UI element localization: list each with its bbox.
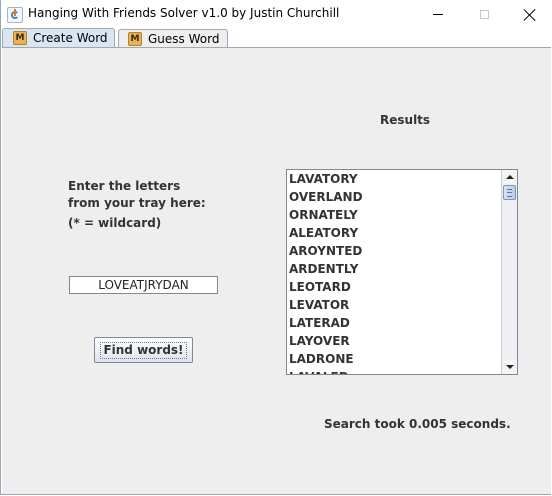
result-item[interactable]: LAVATORY [287,170,501,188]
window-title: Hanging With Friends Solver v1.0 by Just… [28,6,340,20]
tab-create-word[interactable]: M Create Word [2,28,115,47]
result-item[interactable]: ALEATORY [287,224,501,242]
results-list[interactable]: LAVATORY OVERLAND ORNATELY ALEATORY AROYNTED… [287,170,501,374]
result-item[interactable]: LAYOVER [287,332,501,350]
title-bar[interactable]: Hanging With Friends Solver v1.0 by Just… [1,0,552,29]
wildcard-note: (* = wildcard) [68,216,162,230]
result-item[interactable]: LEOTARD [287,278,501,296]
maximize-icon [479,10,489,19]
tab-guess-word[interactable]: M Guess Word [118,29,228,47]
tab-guess-word-label: Guess Word [148,31,220,46]
result-item[interactable]: LADRONE [287,350,501,368]
minimize-button[interactable] [415,0,461,29]
maximize-button[interactable] [461,0,507,29]
instructions-line-1: Enter the letters [68,179,181,193]
create-word-panel: Results Enter the letters from your tray… [2,47,551,494]
arrow-up-icon [505,175,514,179]
result-item[interactable]: ORNATELY [287,206,501,224]
java-app-icon [7,7,23,23]
result-item[interactable]: ARDENTLY [287,260,501,278]
app-tab-icon: M [13,31,27,45]
scroll-up-button[interactable] [502,170,517,184]
scroll-down-button[interactable] [502,360,517,374]
find-words-button-label: Find words! [100,341,187,359]
tab-create-word-label: Create Word [33,31,108,45]
minimize-icon [433,14,443,15]
results-heading: Results [380,113,431,127]
result-item[interactable]: LATERAD [287,314,501,332]
find-words-button[interactable]: Find words! [94,337,193,363]
close-button[interactable] [507,0,552,29]
result-item[interactable]: OVERLAND [287,188,501,206]
scrollbar-thumb[interactable] [503,185,516,200]
instructions-line-2: from your tray here: [68,196,206,210]
app-tab-icon: M [128,31,142,46]
letters-input[interactable]: LOVEATJRYDAN [69,276,218,294]
tab-strip: M Create Word M Guess Word [2,28,552,47]
result-item[interactable]: LAVALED [287,368,501,374]
result-item[interactable]: AROYNTED [287,242,501,260]
results-scrollbar[interactable] [501,170,517,374]
search-status: Search took 0.005 seconds. [324,417,511,431]
close-icon [524,9,536,21]
results-list-box[interactable]: LAVATORY OVERLAND ORNATELY ALEATORY AROYNTED… [286,169,518,375]
app-window: Hanging With Friends Solver v1.0 by Just… [0,0,552,495]
result-item[interactable]: LEVATOR [287,296,501,314]
arrow-down-icon [505,365,514,369]
